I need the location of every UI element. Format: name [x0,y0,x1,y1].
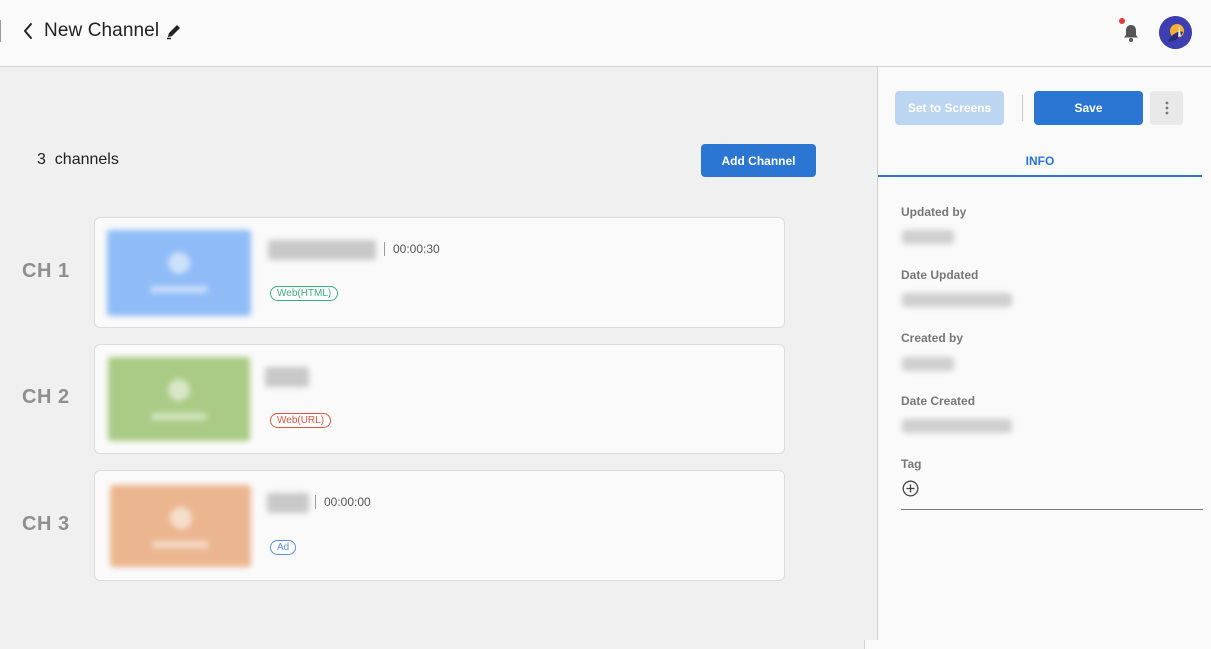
more-options-button[interactable] [1150,91,1183,125]
set-to-screens-button[interactable]: Set to Screens [895,91,1004,125]
channel-card-1[interactable]: 00:00:30 Web(HTML) [94,217,785,328]
notifications-button[interactable] [1119,18,1143,44]
page-title: New Channel [44,20,160,41]
created-by-value [902,357,954,371]
created-by-label: Created by [901,331,964,345]
separator [315,495,316,509]
panel-footer [865,640,1211,649]
button-divider [1022,95,1023,121]
channel-label-1: CH 1 [22,260,70,282]
channel-content-name [268,240,376,260]
save-button[interactable]: Save [1034,91,1143,125]
pencil-icon [167,25,180,40]
date-created-value [902,419,1012,433]
date-updated-label: Date Updated [901,268,979,282]
channel-label-2: CH 2 [22,386,70,408]
tag-input-underline [901,509,1203,510]
content-type-badge: Web(HTML) [270,286,339,301]
tag-label: Tag [901,457,922,471]
add-tag-button[interactable] [902,480,919,497]
date-created-label: Date Created [901,394,976,408]
tab-info[interactable]: INFO [878,147,1202,177]
date-updated-value [902,293,1012,307]
updated-by-label: Updated by [901,205,967,219]
channel-duration: 00:00:30 [393,242,440,256]
content-type-badge: Ad [270,540,297,555]
bell-icon [1124,25,1138,42]
edit-title-button[interactable] [165,22,183,40]
channel-card-3[interactable]: 00:00:00 Ad [94,470,785,581]
updated-by-value [902,230,954,244]
window-edge-divider [0,20,1,42]
channel-content-name [267,493,309,513]
more-vertical-icon [1165,101,1168,115]
channel-content-name [265,367,309,387]
user-avatar[interactable] [1159,16,1192,49]
channel-label-3: CH 3 [22,513,70,535]
channel-duration: 00:00:00 [324,495,371,509]
channel-thumbnail [110,485,251,567]
info-panel: Set to Screens Save INFO Updated by Date… [877,67,1211,640]
chevron-left-icon [24,23,32,39]
avatar-image [1159,16,1192,49]
content-type-badge: Web(URL) [270,413,332,428]
separator [384,242,385,256]
plus-circle-icon [902,480,919,497]
add-channel-button[interactable]: Add Channel [701,144,816,177]
top-bar: New Channel [0,0,1211,67]
channel-thumbnail [107,230,251,316]
back-button[interactable] [18,19,38,43]
channel-card-2[interactable]: Web(URL) [94,344,785,454]
channel-thumbnail [108,357,250,441]
channel-count: 3 channels [37,151,119,168]
